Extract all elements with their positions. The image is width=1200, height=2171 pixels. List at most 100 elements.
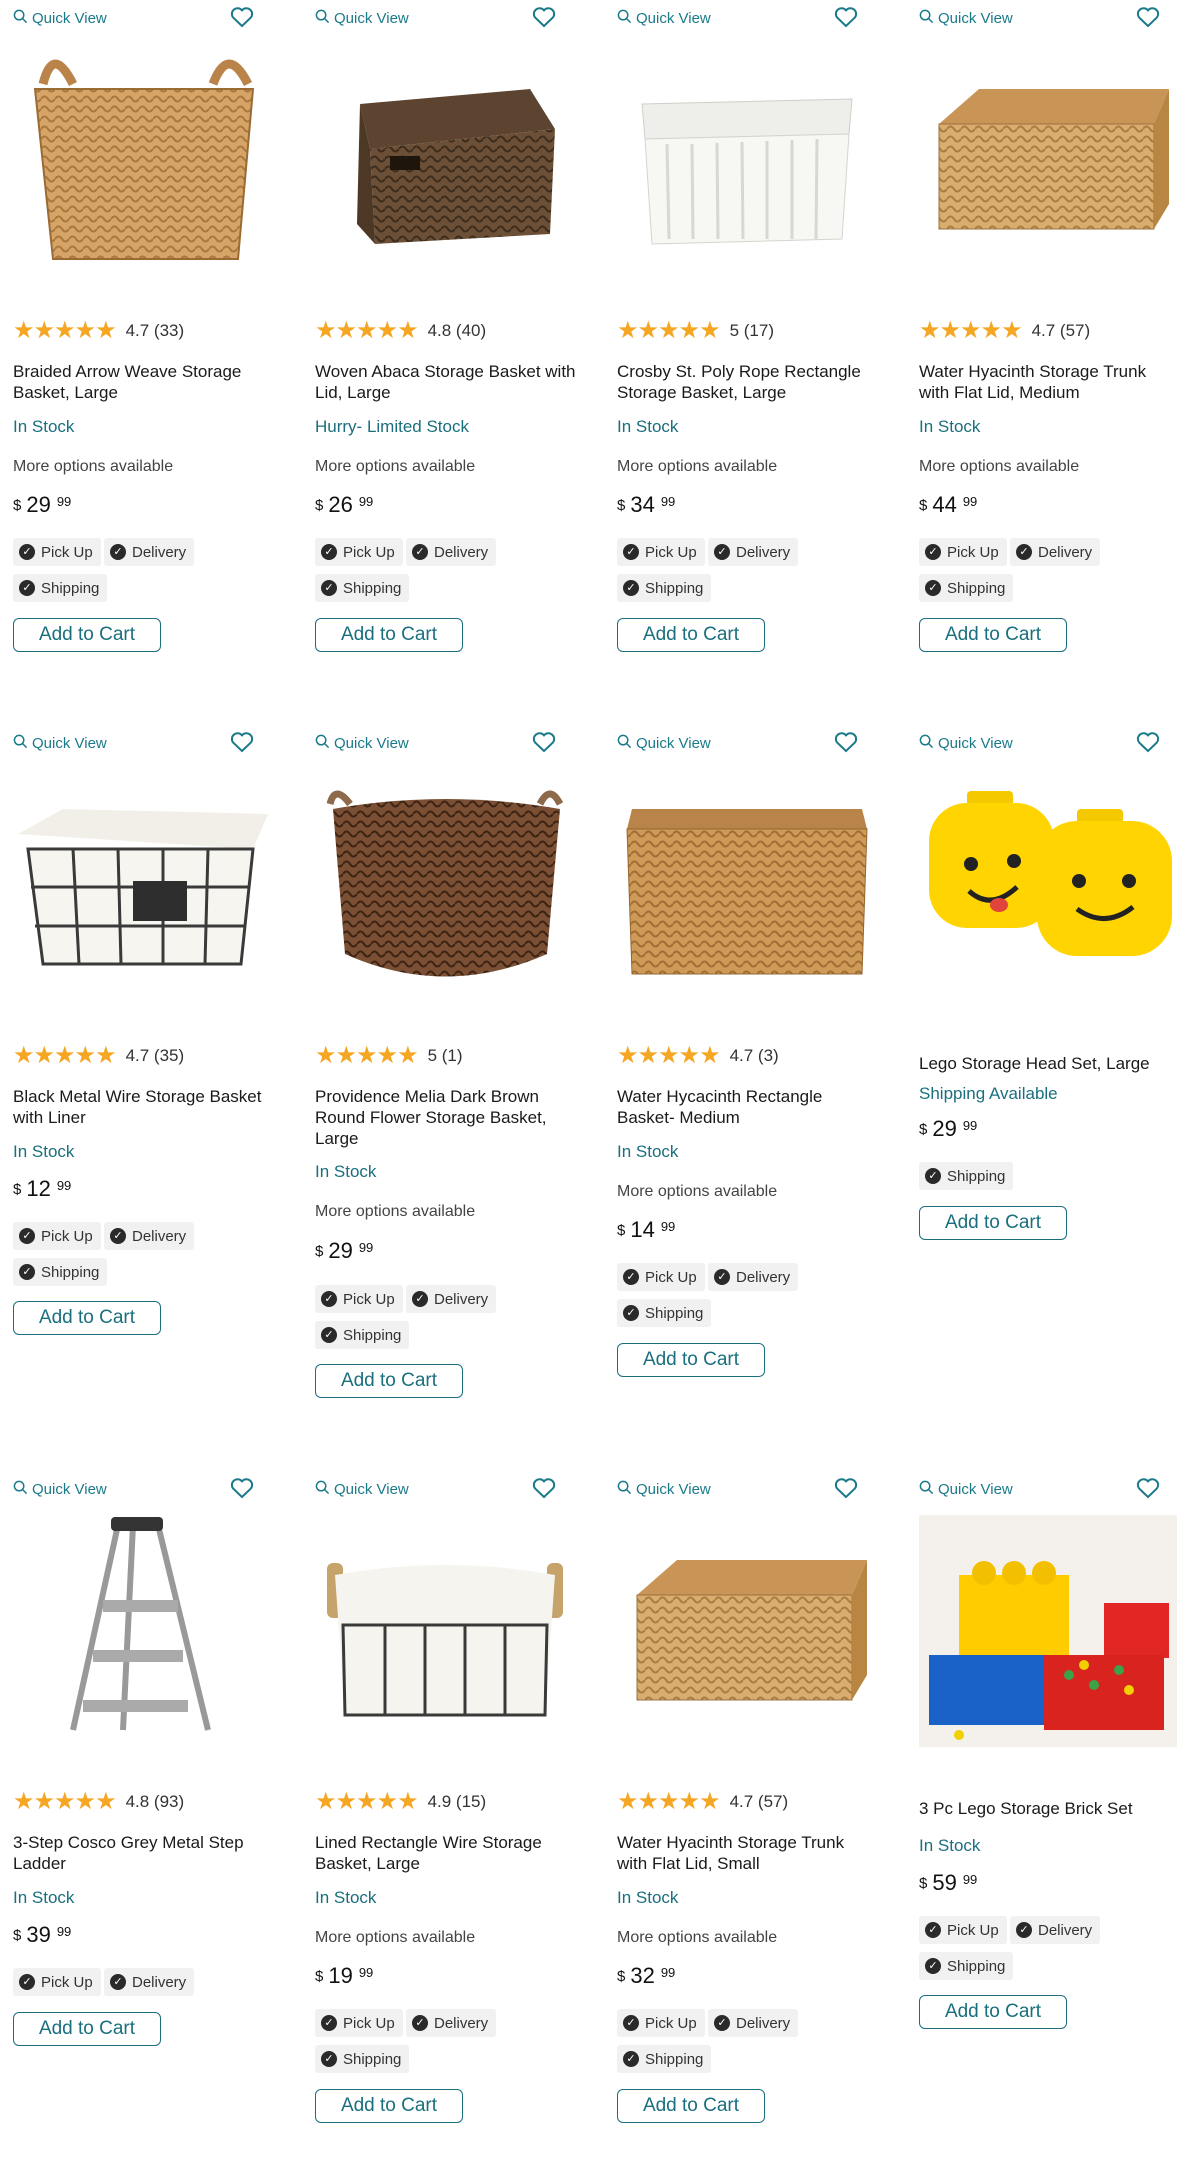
- tall-woven-basket-icon: [13, 44, 271, 276]
- heart-icon[interactable]: [834, 1477, 858, 1499]
- add-to-cart-button[interactable]: Add to Cart: [919, 618, 1067, 652]
- heart-icon[interactable]: [1136, 6, 1160, 28]
- delivery-label: Delivery: [434, 2014, 489, 2032]
- quick-view-link[interactable]: Quick View: [13, 733, 107, 753]
- add-to-cart-button[interactable]: Add to Cart: [315, 1364, 463, 1398]
- product-title[interactable]: Braided Arrow Weave Storage Basket, Larg…: [13, 361, 275, 403]
- product-title[interactable]: Black Metal Wire Storage Basket with Lin…: [13, 1086, 275, 1128]
- product-image[interactable]: [919, 769, 1177, 1001]
- quick-view-link[interactable]: Quick View: [919, 733, 1013, 753]
- stock-status: In Stock: [315, 1162, 377, 1181]
- product-image[interactable]: [315, 769, 573, 1001]
- price-dollars: 39: [26, 1922, 51, 1947]
- pickup-label: Pick Up: [343, 543, 395, 561]
- star-rating-icons: ★ ★ ★ ★ ★: [13, 319, 117, 343]
- shipping-label: Shipping: [645, 2050, 704, 2068]
- currency-symbol: $: [919, 1121, 928, 1138]
- check-icon: ✓: [412, 544, 428, 560]
- check-icon: ✓: [19, 1264, 35, 1280]
- search-icon: [315, 1480, 330, 1499]
- product-image[interactable]: [617, 769, 875, 1001]
- add-to-cart-button[interactable]: Add to Cart: [919, 1206, 1067, 1240]
- search-icon: [13, 9, 28, 28]
- add-to-cart-button[interactable]: Add to Cart: [315, 2089, 463, 2123]
- product-image[interactable]: [919, 1515, 1177, 1747]
- product-title[interactable]: Woven Abaca Storage Basket with Lid, Lar…: [315, 361, 577, 403]
- product-image[interactable]: [315, 44, 573, 276]
- product-card: Quick View ★ ★ ★ ★ ★ 4.9 (15) Lined Rectangle …: [302, 1471, 574, 2171]
- product-image[interactable]: [617, 44, 875, 276]
- heart-icon[interactable]: [230, 6, 254, 28]
- add-to-cart-button[interactable]: Add to Cart: [919, 1995, 1067, 2029]
- heart-icon[interactable]: [532, 6, 556, 28]
- product-image[interactable]: [617, 1515, 875, 1747]
- stock-status: In Stock: [13, 1888, 75, 1907]
- check-icon: ✓: [19, 580, 35, 596]
- quick-view-link[interactable]: Quick View: [315, 8, 409, 28]
- quick-view-link[interactable]: Quick View: [617, 1479, 711, 1499]
- quick-view-link[interactable]: Quick View: [13, 8, 107, 28]
- heart-icon[interactable]: [1136, 731, 1160, 753]
- heart-icon[interactable]: [1136, 1477, 1160, 1499]
- add-to-cart-button[interactable]: Add to Cart: [315, 618, 463, 652]
- add-to-cart-button[interactable]: Add to Cart: [13, 1301, 161, 1335]
- product-title[interactable]: 3-Step Cosco Grey Metal Step Ladder: [13, 1832, 275, 1874]
- delivery-label: Delivery: [736, 1268, 791, 1286]
- check-icon: ✓: [19, 1974, 35, 1990]
- star-icon: ★: [939, 317, 961, 344]
- heart-icon[interactable]: [532, 1477, 556, 1499]
- product-title[interactable]: Lego Storage Head Set, Large: [919, 1053, 1181, 1074]
- quick-view-link[interactable]: Quick View: [13, 1479, 107, 1499]
- product-image[interactable]: [13, 44, 271, 276]
- star-icon: ★: [919, 317, 940, 344]
- heart-icon[interactable]: [230, 1477, 254, 1499]
- quick-view-link[interactable]: Quick View: [315, 1479, 409, 1499]
- product-title[interactable]: Lined Rectangle Wire Storage Basket, Lar…: [315, 1832, 577, 1874]
- quick-view-link[interactable]: Quick View: [617, 8, 711, 28]
- product-title[interactable]: Providence Melia Dark Brown Round Flower…: [315, 1086, 577, 1149]
- quick-view-link[interactable]: Quick View: [919, 8, 1013, 28]
- product-image[interactable]: [13, 1515, 271, 1747]
- product-image[interactable]: [13, 769, 271, 1001]
- quick-view-label: Quick View: [938, 734, 1013, 752]
- add-to-cart-button[interactable]: Add to Cart: [617, 1343, 765, 1377]
- star-icon: ★: [699, 1788, 720, 1815]
- product-title[interactable]: 3 Pc Lego Storage Brick Set: [919, 1798, 1181, 1819]
- heart-icon[interactable]: [834, 6, 858, 28]
- pickup-label: Pick Up: [41, 1973, 93, 1991]
- heart-icon[interactable]: [230, 731, 254, 753]
- product-title[interactable]: Water Hyacinth Storage Trunk with Flat L…: [617, 1832, 879, 1874]
- shipping-label: Shipping: [343, 1326, 402, 1344]
- quick-view-label: Quick View: [32, 734, 107, 752]
- add-to-cart-button[interactable]: Add to Cart: [617, 2089, 765, 2123]
- product-card: Quick View ★ ★ ★ ★ ★ 4.7 (33) Braided Arrow We…: [0, 0, 272, 700]
- product-card: Quick View ★ ★ ★ ★ ★ 4.7 (35) Black Metal Wire…: [0, 725, 272, 1425]
- star-icon: ★: [95, 1042, 116, 1069]
- quick-view-link[interactable]: Quick View: [315, 733, 409, 753]
- product-title[interactable]: Crosby St. Poly Rope Rectangle Storage B…: [617, 361, 879, 403]
- add-to-cart-button[interactable]: Add to Cart: [13, 2012, 161, 2046]
- star-icon: ★: [678, 317, 700, 344]
- star-icon: ★: [960, 317, 981, 344]
- product-image[interactable]: [315, 1515, 573, 1747]
- quick-view-link[interactable]: Quick View: [919, 1479, 1013, 1499]
- star-icon: ★: [315, 1788, 336, 1815]
- quick-view-label: Quick View: [938, 1480, 1013, 1498]
- quick-view-link[interactable]: Quick View: [617, 733, 711, 753]
- pickup-label: Pick Up: [343, 2014, 395, 2032]
- price-dollars: 14: [630, 1217, 655, 1242]
- product-title[interactable]: Water Hyacinth Storage Trunk with Flat L…: [919, 361, 1181, 403]
- product-image[interactable]: [919, 44, 1177, 276]
- shipping-label: Shipping: [947, 1957, 1006, 1975]
- add-to-cart-button[interactable]: Add to Cart: [13, 618, 161, 652]
- product-title[interactable]: Water Hycacinth Rectangle Basket- Medium: [617, 1086, 879, 1128]
- product-rating: ★ ★ ★ ★ ★ 5 (17): [617, 317, 774, 344]
- product-card: Quick View ★ ★ ★ ★ ★ 4.7 (57) Water Hyacinth S…: [906, 0, 1178, 700]
- heart-icon[interactable]: [834, 731, 858, 753]
- heart-icon[interactable]: [532, 731, 556, 753]
- product-price: $29 99: [919, 1116, 977, 1142]
- check-icon: ✓: [110, 1228, 126, 1244]
- add-to-cart-button[interactable]: Add to Cart: [617, 618, 765, 652]
- delivery-badge: ✓ Delivery: [104, 1222, 195, 1250]
- star-icon: ★: [74, 1788, 96, 1815]
